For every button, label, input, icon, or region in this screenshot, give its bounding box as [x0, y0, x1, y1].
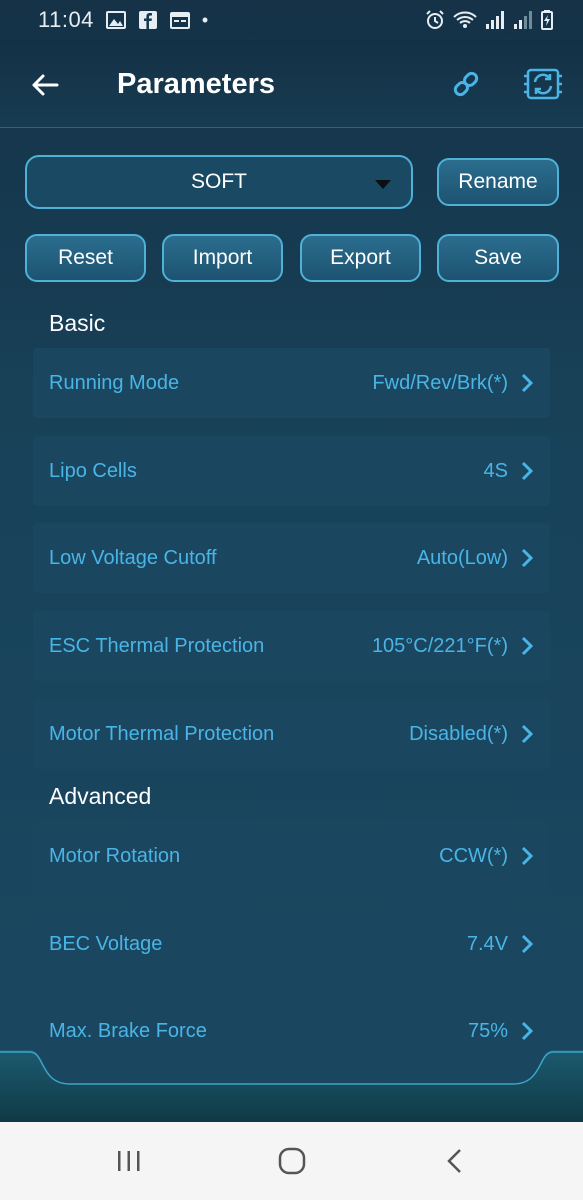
home-icon[interactable] [278, 1147, 306, 1175]
signal-icon-2 [514, 11, 532, 29]
chevron-right-icon [521, 846, 534, 866]
reset-button[interactable]: Reset [25, 234, 146, 282]
link-icon[interactable] [450, 68, 482, 100]
setting-value: 4S [483, 459, 508, 482]
import-button[interactable]: Import [162, 234, 283, 282]
setting-motor-thermal-protection[interactable]: Motor Thermal Protection Disabled(*) [33, 699, 550, 769]
system-nav-bar [0, 1122, 583, 1200]
profile-dropdown[interactable]: SOFT [25, 155, 413, 209]
chevron-right-icon [521, 934, 534, 954]
system-back-icon[interactable] [444, 1147, 464, 1175]
sync-device-icon[interactable] [524, 66, 562, 102]
setting-value: CCW(*) [439, 844, 508, 867]
status-time: 11:04 [38, 7, 94, 32]
chevron-right-icon [521, 724, 534, 744]
profile-selected-value: SOFT [191, 170, 247, 193]
recent-apps-icon[interactable] [116, 1149, 142, 1173]
calendar-icon [169, 12, 190, 29]
app-bar: Parameters [0, 40, 583, 128]
alarm-icon [426, 10, 444, 29]
setting-bec-voltage[interactable]: BEC Voltage 7.4V [33, 909, 550, 979]
chevron-right-icon [521, 548, 534, 568]
setting-label: Motor Thermal Protection [49, 722, 275, 745]
setting-label: Motor Rotation [49, 844, 181, 867]
setting-label: BEC Voltage [49, 932, 163, 955]
setting-value: 7.4V [466, 932, 508, 955]
app-screen: 11:04 • Parameters SOFT Rename Reset Imp… [0, 0, 583, 1122]
page-title: Parameters [117, 68, 275, 100]
section-title-basic: Basic [49, 310, 106, 336]
setting-label: Max. Brake Force [49, 1019, 207, 1042]
setting-running-mode[interactable]: Running Mode Fwd/Rev/Brk(*) [33, 348, 550, 418]
setting-value: Disabled(*) [409, 722, 508, 745]
setting-value: Fwd/Rev/Brk(*) [372, 371, 508, 394]
setting-esc-thermal-protection[interactable]: ESC Thermal Protection 105°C/221°F(*) [33, 611, 550, 681]
gallery-icon [105, 11, 126, 29]
setting-motor-rotation[interactable]: Motor Rotation CCW(*) [33, 821, 550, 891]
setting-label: Low Voltage Cutoff [49, 546, 217, 569]
setting-label: ESC Thermal Protection [49, 634, 265, 657]
back-arrow-icon[interactable] [30, 70, 60, 100]
setting-value: Auto(Low) [416, 546, 508, 569]
bottom-decoration [0, 1050, 583, 1122]
notification-dot: • [201, 9, 209, 30]
chevron-right-icon [521, 1021, 534, 1041]
setting-lipo-cells[interactable]: Lipo Cells 4S [33, 436, 550, 506]
battery-charging-icon [541, 10, 553, 30]
setting-label: Lipo Cells [49, 459, 137, 482]
setting-label: Running Mode [49, 371, 180, 394]
chevron-right-icon [521, 373, 534, 393]
facebook-icon [138, 11, 157, 29]
wifi-icon [453, 11, 477, 28]
setting-value: 75% [467, 1019, 508, 1042]
setting-value: 105°C/221°F(*) [371, 634, 508, 657]
rename-button[interactable]: Rename [437, 158, 559, 206]
setting-low-voltage-cutoff[interactable]: Low Voltage Cutoff Auto(Low) [33, 523, 550, 593]
section-title-advanced: Advanced [49, 783, 152, 809]
export-button[interactable]: Export [300, 234, 421, 282]
signal-icon [486, 11, 504, 29]
status-bar: 11:04 • [0, 0, 583, 40]
save-button[interactable]: Save [437, 234, 559, 282]
chevron-right-icon [521, 461, 534, 481]
caret-down-icon [375, 180, 391, 189]
chevron-right-icon [521, 636, 534, 656]
